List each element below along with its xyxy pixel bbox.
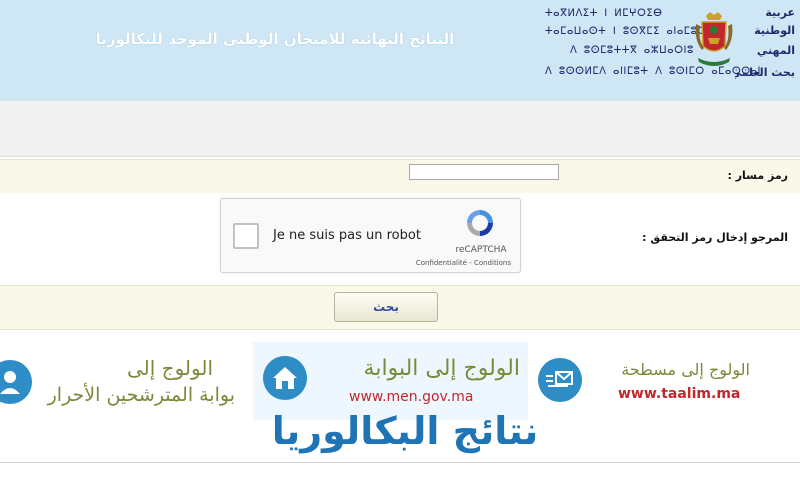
users-icon [0, 360, 32, 404]
mail-icon [538, 358, 582, 402]
recaptcha-logo-icon [467, 210, 493, 236]
page-header: النتائج النهائية للامتحان الوطني الموحد … [0, 0, 800, 101]
search-button[interactable]: بحث [334, 292, 438, 322]
recaptcha-widget: Je ne suis pas un robot reCAPTCHA Confid… [220, 198, 521, 273]
captcha-label: المرجو إدخال رمز التحقق : [642, 231, 788, 244]
recaptcha-label: Je ne suis pas un robot [273, 228, 421, 243]
men-banner-url: www.men.gov.ma [349, 389, 474, 405]
taalim-banner-line-1: الولوج إلى مسطحة [621, 360, 750, 379]
recaptcha-checkbox[interactable] [233, 223, 259, 249]
bac-results-title: نتائج البكالوريا [271, 409, 539, 453]
ministry-name-line-4: بحث العلمي [735, 66, 795, 79]
candidates-banner-line-1: الولوج إلى [127, 356, 213, 380]
massar-input[interactable] [409, 164, 559, 180]
tifinagh-line-2: ⵜⴰⵎⴰⵡⴰⵙⵜ ⵏ ⵓⵙⴳⵎⵉ ⴰⵏⴰⵎⵓⵔ [545, 26, 707, 37]
tifinagh-line-3: ⴷ ⵓⵙⵎⵓⵜⵜⴳ ⴰⵣⵡⴰⵔⵏⵓ [570, 45, 694, 56]
ministry-name-line-1: عربية [765, 6, 795, 19]
ministry-name-line-2: الوطنية [754, 24, 795, 37]
massar-label: رمز مسار : [727, 169, 788, 182]
recaptcha-privacy-terms-link[interactable]: Confidentialité - Conditions [411, 259, 511, 267]
taalim-banner-url: www.taalim.ma [618, 386, 741, 402]
bottom-divider [0, 462, 800, 463]
tifinagh-line-1: ⵜⴰⴳⵍⴷⵉⵜ ⵏ ⵍⵎⵖⵔⵉⴱ [545, 8, 663, 19]
candidates-banner-line-2: بوابة المترشحين الأحرار [47, 384, 235, 406]
men-banner-line-1: الولوج إلى البوابة [363, 356, 520, 381]
home-icon [263, 356, 307, 400]
spacer-band [0, 101, 800, 157]
massar-row: رمز مسار : [0, 159, 800, 194]
ministry-name-line-3: المهني [756, 44, 795, 57]
candidates-portal-banner[interactable]: الولوج إلى بوابة المترشحين الأحرار [0, 342, 253, 420]
recaptcha-brand: reCAPTCHA [455, 245, 507, 255]
morocco-coat-of-arms-icon [695, 12, 733, 66]
page-title: النتائج النهائية للامتحان الوطني الموحد … [95, 30, 455, 48]
